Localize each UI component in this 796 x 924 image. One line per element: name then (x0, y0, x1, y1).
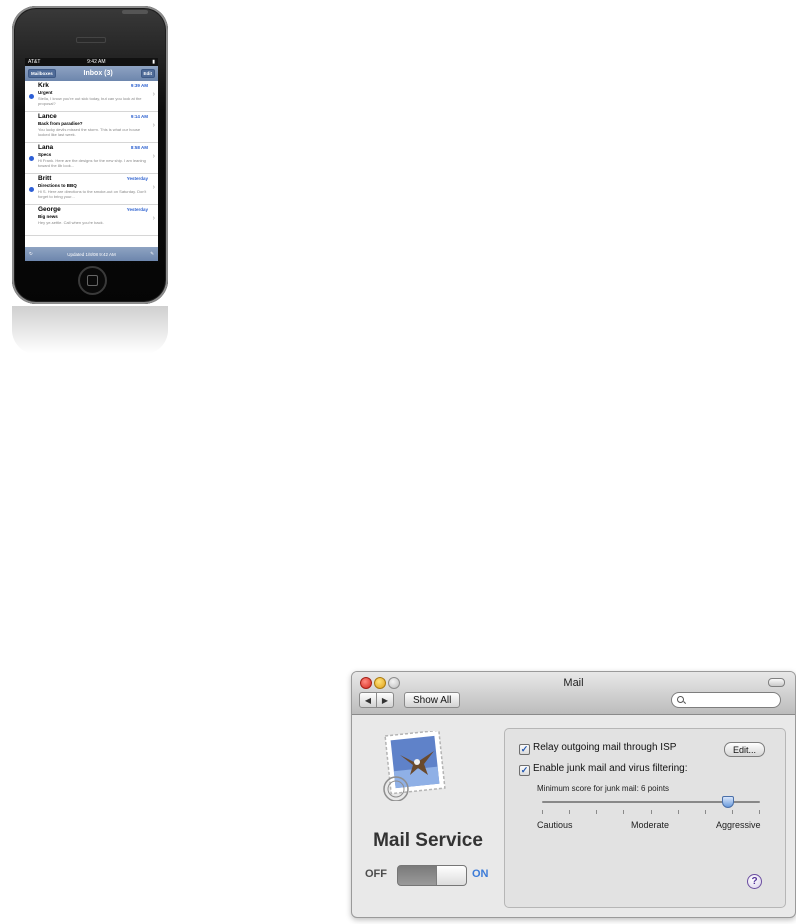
search-icon (677, 696, 684, 703)
home-button[interactable] (78, 266, 107, 295)
min-score-label: Minimum score for junk mail: 6 points (537, 784, 670, 793)
message-time: Yesterday (126, 176, 148, 181)
message-time: Yesterday (126, 207, 148, 212)
forward-arrow-icon[interactable]: ▶ (377, 692, 394, 708)
sleep-button (122, 10, 148, 14)
relay-checkbox[interactable]: ✓ (519, 744, 530, 755)
chevron-right-icon: › (152, 122, 155, 129)
message-row[interactable]: Lance 9:14 AM Back from paradise? You lu… (25, 112, 158, 143)
iphone-screen: AT&T 9:42 AM ▮ Mailboxes Inbox (3) Edit … (25, 58, 158, 261)
status-bar: AT&T 9:42 AM ▮ (25, 58, 158, 66)
message-preview: Stella, I know you're out sick today, bu… (38, 96, 142, 106)
slider-min-label: Cautious (537, 820, 573, 830)
message-row[interactable]: Lana 8:58 AM Specs Hi Frank. Here are th… (25, 143, 158, 174)
settings-pane: ✓ Relay outgoing mail through ISP Edit..… (504, 728, 786, 908)
slider-tick (651, 810, 652, 814)
toggle-knob[interactable] (436, 866, 466, 885)
relay-label: Relay outgoing mail through ISP (533, 742, 677, 753)
slider-tick (705, 810, 706, 814)
unread-dot-icon (29, 156, 34, 161)
mail-toolbar: ↻ Updated 1/8/08 9:42 AM ✎ (25, 247, 158, 261)
slider-tick (759, 810, 760, 814)
mail-nav-bar: Mailboxes Inbox (3) Edit (25, 66, 158, 81)
slider-tick (623, 810, 624, 814)
message-row[interactable]: Krk 9:39 AM Urgent Stella, I know you're… (25, 81, 158, 112)
chevron-right-icon: › (152, 153, 155, 160)
on-label: ON (472, 868, 489, 880)
compose-icon[interactable]: ✎ (150, 251, 154, 257)
slider-tick (732, 810, 733, 814)
back-forward-group: ◀ ▶ (359, 692, 394, 708)
back-arrow-icon[interactable]: ◀ (359, 692, 377, 708)
show-all-button[interactable]: Show All (404, 692, 461, 708)
mail-preferences-window: Mail ◀ ▶ Show All Mail Service OFF ON ✓ … (351, 671, 796, 918)
message-preview: Hi Frank. Here are the designs for the n… (38, 158, 146, 168)
inbox-title: Inbox (3) (83, 70, 113, 77)
status-time: 9:42 AM (87, 59, 106, 65)
phone-reflection (12, 306, 168, 354)
chevron-right-icon: › (152, 184, 155, 191)
junk-filter-label: Enable junk mail and virus filtering: (533, 763, 688, 774)
search-input[interactable] (671, 692, 781, 708)
unread-dot-icon (29, 187, 34, 192)
junk-filter-checkbox[interactable]: ✓ (519, 765, 530, 776)
edit-button[interactable]: Edit (140, 69, 155, 78)
off-label: OFF (365, 868, 387, 880)
iphone-device: AT&T 9:42 AM ▮ Mailboxes Inbox (3) Edit … (12, 6, 168, 304)
battery-icon: ▮ (152, 59, 155, 65)
help-button[interactable]: ? (747, 874, 762, 889)
unread-dot-icon (29, 94, 34, 99)
slider-mid-label: Moderate (631, 820, 670, 830)
earpiece (76, 37, 106, 43)
carrier-label: AT&T (28, 59, 41, 65)
message-preview: You lucky devils missed the storm. This … (38, 127, 141, 137)
updated-label: Updated 1/8/08 9:42 AM (67, 251, 116, 257)
slider-tick (569, 810, 570, 814)
message-time: 8:58 AM (130, 145, 148, 150)
message-preview: Hey ye-settle. Call when you're back. (38, 220, 104, 225)
window-title: Mail (563, 677, 584, 689)
mailboxes-button[interactable]: Mailboxes (28, 69, 56, 78)
slider-tick (596, 810, 597, 814)
refresh-icon[interactable]: ↻ (29, 251, 33, 257)
edit-relay-button[interactable]: Edit... (724, 742, 766, 757)
chevron-right-icon: › (152, 215, 155, 222)
slider-max-label: Aggressive (716, 820, 761, 830)
slider-thumb[interactable] (722, 796, 735, 808)
message-time: 9:14 AM (130, 114, 148, 119)
window-titlebar: Mail ◀ ▶ Show All (352, 672, 795, 715)
mail-stamp-icon (383, 731, 446, 801)
message-row[interactable]: George Yesterday Big news Hey ye-settle.… (25, 205, 158, 236)
service-name: Mail Service (373, 830, 483, 851)
message-preview: Hi S. Here are directions to the smoke-o… (38, 189, 147, 199)
slider-tick (678, 810, 679, 814)
chevron-right-icon: › (152, 91, 155, 98)
toolbar-toggle-button[interactable] (768, 678, 785, 687)
message-row[interactable]: Britt Yesterday Directions to BBQ Hi S. … (25, 174, 158, 205)
slider-tick (542, 810, 543, 814)
service-toggle[interactable] (397, 865, 467, 886)
message-time: 9:39 AM (130, 83, 148, 88)
home-square-icon (87, 275, 98, 286)
